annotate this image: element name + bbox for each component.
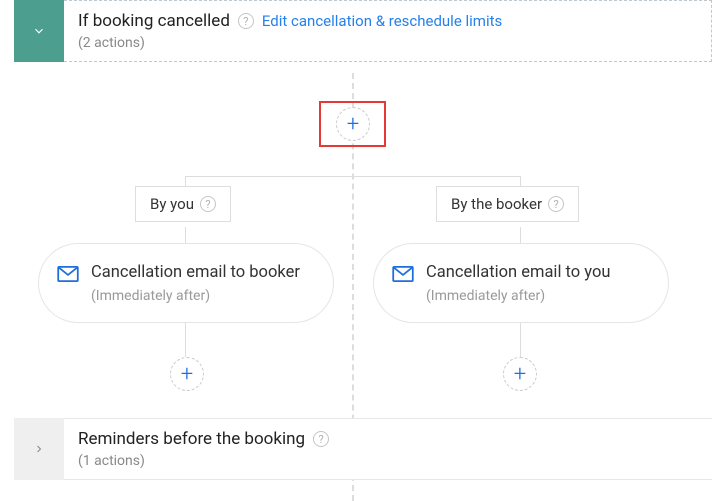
section-cancelled-title: If booking cancelled xyxy=(78,11,230,31)
mail-icon xyxy=(57,266,79,282)
expand-toggle-reminders[interactable] xyxy=(14,418,64,480)
help-icon[interactable]: ? xyxy=(238,13,254,29)
action-card-right[interactable]: Cancellation email to you (Immediately a… xyxy=(373,243,669,323)
action-card-right-title: Cancellation email to you xyxy=(426,262,644,284)
branch-horizontal-connector xyxy=(185,176,521,177)
section-reminders-title: Reminders before the booking xyxy=(78,429,305,449)
edit-cancellation-link[interactable]: Edit cancellation & reschedule limits xyxy=(262,12,502,30)
branch-left-text: By you xyxy=(150,195,194,213)
add-action-button-main[interactable]: + xyxy=(336,107,370,141)
add-action-button-right[interactable]: + xyxy=(503,357,537,391)
section-cancelled: If booking cancelled ? Edit cancellation… xyxy=(14,0,712,62)
help-icon[interactable]: ? xyxy=(200,196,216,212)
branch-label-by-you: By you ? xyxy=(135,186,231,222)
section-reminders-count: (1 actions) xyxy=(78,453,698,469)
add-action-button-left[interactable]: + xyxy=(170,357,204,391)
section-cancelled-body: If booking cancelled ? Edit cancellation… xyxy=(64,0,712,62)
branch-left-down xyxy=(185,176,186,186)
action-card-right-sub: (Immediately after) xyxy=(426,288,644,304)
help-icon[interactable]: ? xyxy=(548,196,564,212)
action-card-left-title: Cancellation email to booker xyxy=(91,262,309,284)
branch-right-down xyxy=(520,176,521,186)
plus-icon: + xyxy=(514,362,526,387)
mail-icon xyxy=(392,266,414,282)
chevron-down-icon xyxy=(32,24,46,38)
branch-label-by-booker: By the booker ? xyxy=(436,186,579,222)
branch-right-text: By the booker xyxy=(451,195,542,213)
action-card-left-sub: (Immediately after) xyxy=(91,288,309,304)
action-card-left[interactable]: Cancellation email to booker (Immediatel… xyxy=(38,243,334,323)
section-reminders-body: Reminders before the booking ? (1 action… xyxy=(64,418,712,480)
section-cancelled-count: (2 actions) xyxy=(78,35,697,51)
plus-icon: + xyxy=(347,112,359,137)
section-reminders: Reminders before the booking ? (1 action… xyxy=(14,418,712,480)
plus-icon: + xyxy=(181,362,193,387)
chevron-right-icon xyxy=(33,443,45,455)
collapse-toggle-cancelled[interactable] xyxy=(14,0,64,62)
help-icon[interactable]: ? xyxy=(313,431,329,447)
